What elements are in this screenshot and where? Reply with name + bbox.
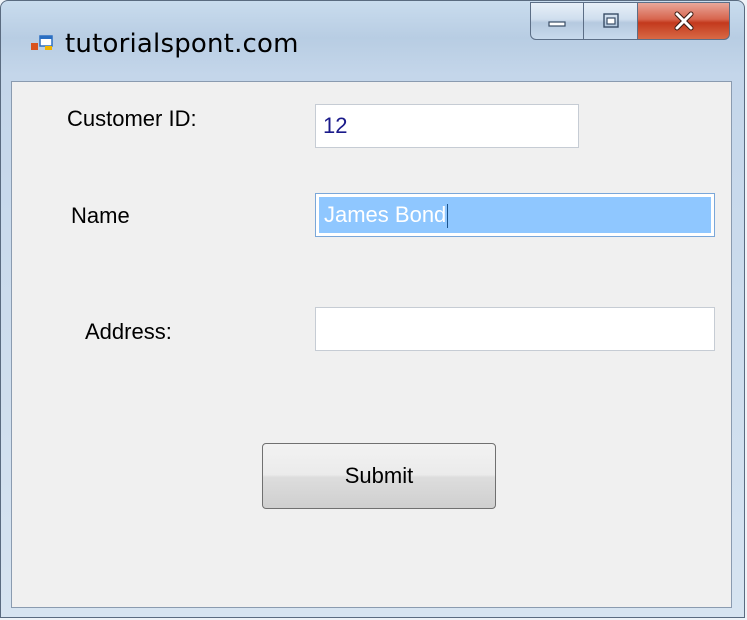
title-bar[interactable]: tutorialspont.com (1, 1, 744, 79)
address-label: Address: (85, 319, 172, 344)
name-input[interactable]: James Bond (315, 193, 715, 237)
maximize-icon (602, 13, 619, 28)
form-app-icon (31, 35, 53, 50)
close-icon (674, 11, 693, 31)
app-window: tutorialspont.com Customer ID: 12 Name J… (0, 0, 745, 618)
close-button[interactable] (638, 2, 730, 40)
submit-button-label: Submit (344, 463, 414, 488)
submit-button[interactable]: Submit (262, 443, 496, 509)
form-client-area: Customer ID: 12 Name James Bond Address:… (11, 81, 732, 608)
caption-buttons (530, 2, 730, 40)
customer-id-value: 12 (323, 113, 348, 138)
customer-id-label: Customer ID: (67, 106, 197, 131)
minimize-icon (548, 21, 566, 27)
name-label: Name (71, 203, 130, 228)
maximize-button[interactable] (584, 2, 638, 40)
window-title: tutorialspont.com (65, 29, 299, 59)
address-input[interactable] (315, 307, 715, 351)
minimize-button[interactable] (530, 2, 584, 40)
customer-id-input[interactable]: 12 (315, 104, 579, 148)
name-value: James Bond (324, 202, 447, 227)
